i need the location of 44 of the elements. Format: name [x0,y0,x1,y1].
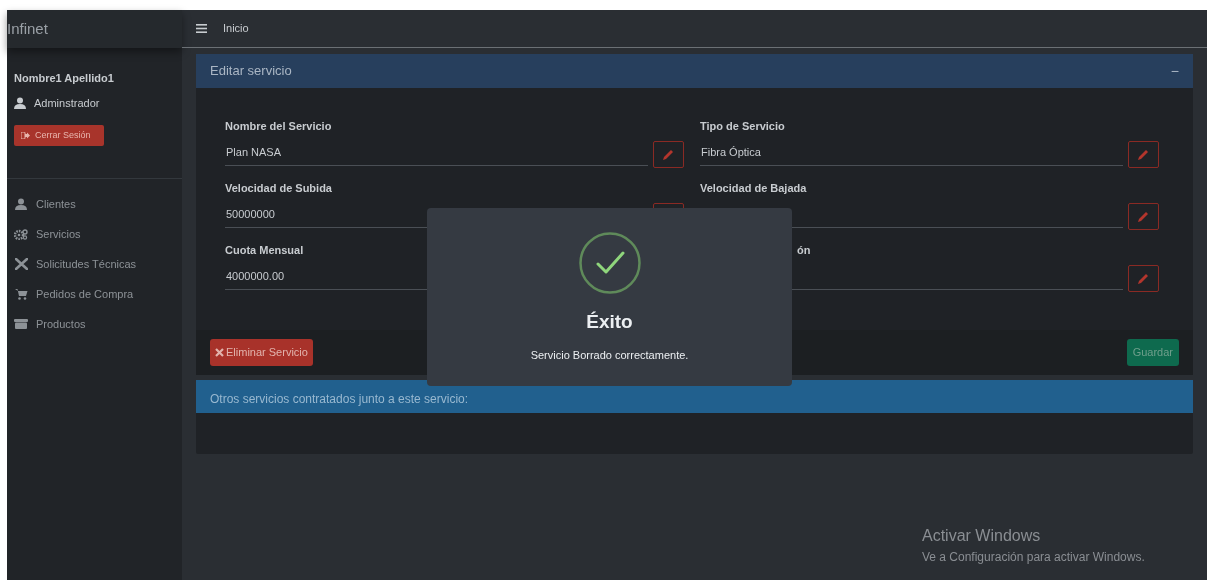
box-icon [14,319,28,329]
card-title: Otros servicios contratados junto a este servicio: [210,390,469,408]
field-label: Velocidad de Bajada [700,181,807,196]
dialog-message: Servicio Borrado correctamente. [530,347,689,363]
brand-name[interactable]: Infinet [7,17,48,41]
pencil-icon [1138,149,1149,160]
nav-item[interactable]: Pedidos de Compra [14,285,175,303]
check-icon [578,232,641,294]
input-field[interactable]: Fibra Óptica [700,138,1123,166]
page-title[interactable]: Inicio [223,20,249,37]
user-icon [14,96,26,109]
field-label: Velocidad de Subida [225,181,332,196]
activation-message: Ve a Configuración para activar Windows. [922,549,1146,566]
field-label: Cuota Mensual [225,243,304,258]
dialog-title: Éxito [586,310,633,334]
user-name: Nombre1 Apellido1 [14,71,115,86]
sign-out-icon [21,132,30,139]
nav-item[interactable]: Solicitudes Técnicas [14,255,175,273]
nav-item[interactable]: Servicios [14,225,175,243]
gears-icon [14,228,28,240]
collapse-button[interactable]: − [1170,64,1179,78]
pencil-icon [1138,273,1149,284]
card-title: Editar servicio [210,62,292,81]
edit-button[interactable] [653,141,684,168]
logout-button[interactable]: Cerrar Sesión [14,125,104,146]
menu-icon[interactable] [196,24,207,33]
edit-button[interactable] [1128,141,1159,168]
nav-item[interactable]: Productos [14,315,175,333]
input-field[interactable]: Plan NASA [225,138,648,166]
field-label: ón [797,243,811,258]
pencil-icon [663,149,674,160]
delete-button[interactable]: Eliminar Servicio [210,339,313,366]
pencil-icon [1138,211,1149,222]
edit-button[interactable] [1128,203,1159,230]
user-role: Adminstrador [34,95,100,111]
tools-icon [14,258,28,270]
edit-button[interactable] [1128,265,1159,292]
field-label: Nombre del Servicio [225,119,332,134]
user-icon [15,198,27,210]
cart-icon [14,288,28,300]
nav-item[interactable]: Clientes [14,195,175,213]
activation-title: Activar Windows [922,526,1042,546]
field-label: Tipo de Servicio [700,119,785,134]
close-icon [215,348,224,357]
